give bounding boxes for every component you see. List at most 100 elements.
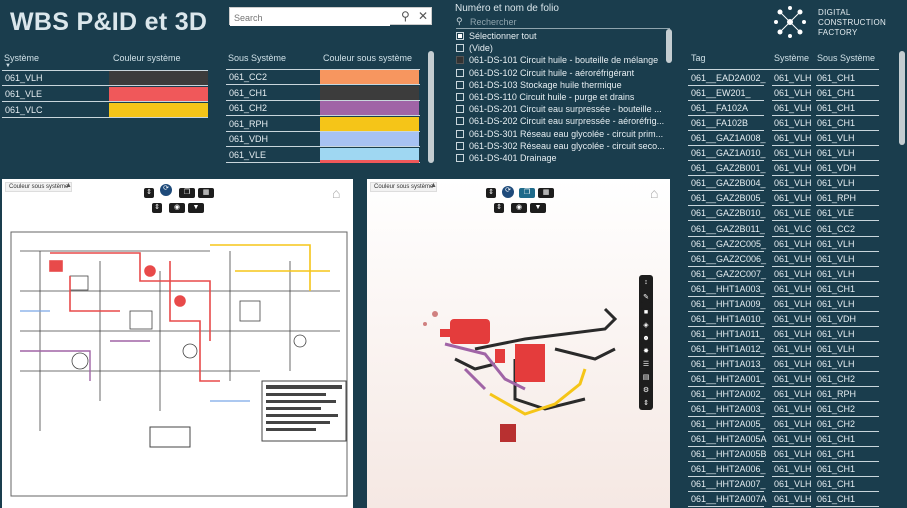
sous-systeme-row[interactable]: 061_VDH — [226, 132, 420, 147]
expand-icon[interactable]: ⇕ — [641, 399, 651, 409]
folio-option[interactable]: 061-DS-102 Circuit huile - aéroréfrigéra… — [456, 67, 670, 79]
updown-icon[interactable]: ⇕ — [486, 188, 496, 198]
settings-icon[interactable]: ⚙ — [641, 386, 651, 396]
col-header-tag-systeme[interactable]: Système — [774, 53, 809, 63]
folio-option[interactable]: 061-DS-202 Circuit eau surpressée - aéro… — [456, 115, 670, 127]
tag-row[interactable]: 061__HHT1A011_ 061_VLH 061_VLH — [688, 327, 879, 342]
tag-row[interactable]: 061__EW201_ 061_VLH 061_CH1 — [688, 86, 879, 102]
folio-option[interactable]: 061-DS-401 Drainage — [456, 152, 670, 164]
tag-row[interactable]: 061__HHT1A003_ 061_VLH 061_CH1 — [688, 282, 879, 297]
sous-systeme-row[interactable]: 061_RPH — [226, 116, 420, 132]
model-viewer-3d[interactable]: Couleur sous système ▲ ⌂ ⇕ ⟳ ❐ ▦ ⇕ ◉ ▼ ↕… — [367, 179, 670, 508]
folio-option[interactable]: 061-DS-103 Stockage huile thermique — [456, 79, 670, 91]
copy-icon[interactable]: ❐ — [179, 188, 195, 198]
grid-icon[interactable]: ▦ — [538, 188, 554, 198]
tag-row[interactable]: 061__HHT1A013_ 061_VLH 061_VLH — [688, 357, 879, 372]
folio-checkbox[interactable] — [456, 32, 464, 40]
folio-search-icon[interactable]: ⚲ — [456, 16, 463, 27]
tag-row[interactable]: 061__GAZ2B005_ 061_VLH 061_RPH — [688, 191, 879, 207]
grid-icon[interactable]: ▦ — [198, 188, 214, 198]
tag-row[interactable]: 061__HHT2A007_ 061_VLH 061_CH1 — [688, 477, 879, 493]
tag-row[interactable]: 061__HHT2A005B 061_VLH 061_CH1 — [688, 447, 879, 463]
box-icon[interactable]: ■ — [641, 308, 651, 318]
tag-row[interactable]: 061__HHT2A005A 061_VLH 061_CH1 — [688, 432, 879, 448]
tag-row[interactable]: 061__HHT1A010_ 061_VLH 061_VDH — [688, 312, 879, 327]
tag-row[interactable]: 061__HHT2A001_ 061_VLH 061_CH2 — [688, 372, 879, 387]
folio-checkbox[interactable] — [456, 93, 464, 101]
explode-icon[interactable]: ✸ — [641, 347, 651, 357]
tag-row[interactable]: 061__HHT2A006_ 061_VLH 061_CH1 — [688, 462, 879, 478]
col-header-couleur-systeme[interactable]: Couleur système — [113, 53, 181, 63]
tag-row[interactable]: 061__GAZ2B011_ 061_VLC 061_CC2 — [688, 222, 879, 237]
col-header-couleur-sous-systeme[interactable]: Couleur sous système — [323, 53, 412, 63]
tag-row[interactable]: 061__GAZ2B004_ 061_VLH 061_VLH — [688, 176, 879, 192]
tag-row[interactable]: 061__HHT1A012_ 061_VLH 061_VLH — [688, 342, 879, 357]
sort-down-icon[interactable]: ▼ — [5, 63, 11, 69]
tag-row[interactable]: 061__EAD2A002_ 061_VLH 061_CH1 — [688, 71, 879, 86]
col-header-sous-systeme[interactable]: Sous Système — [228, 53, 286, 63]
search-input[interactable] — [230, 10, 390, 26]
copy-icon[interactable]: ❐ — [519, 188, 535, 198]
folio-checkbox[interactable] — [456, 129, 464, 138]
pin-icon[interactable]: ▲ — [430, 182, 437, 189]
layers-icon[interactable]: ▤ — [641, 373, 651, 383]
systeme-row[interactable]: 061_VLE — [2, 87, 208, 102]
tag-row[interactable]: 061__GAZ1A010_ 061_VLH 061_VLH — [688, 146, 879, 162]
tag-row[interactable]: 061__FA102B 061_VLH 061_CH1 — [688, 116, 879, 132]
person-icon[interactable]: ☻ — [641, 334, 651, 344]
filter-icon[interactable]: ▼ — [188, 203, 204, 213]
updown-icon[interactable]: ⇕ — [152, 203, 162, 213]
tag-row[interactable]: 061__GAZ2C006_ 061_VLH 061_VLH — [688, 252, 879, 267]
tag-row[interactable]: 061__GAZ1A008_ 061_VLH 061_VLH — [688, 131, 879, 147]
folio-option[interactable]: 061-DS-101 Circuit huile - bouteille de … — [456, 54, 670, 66]
rotate-icon[interactable]: ⟳ — [160, 184, 172, 196]
folio-search-input[interactable]: Rechercher — [470, 17, 517, 27]
updown-icon[interactable]: ⇕ — [494, 203, 504, 213]
sous-systeme-row[interactable]: 061_CC2 — [226, 70, 420, 85]
folio-checkbox[interactable] — [456, 105, 464, 114]
tag-row[interactable]: 061__HHT2A002_ 061_VLH 061_RPH — [688, 387, 879, 403]
systeme-row[interactable]: 061_VLC — [2, 103, 208, 118]
target-icon[interactable]: ◉ — [511, 203, 527, 213]
folio-option[interactable]: 061-DS-301 Réseau eau glycolée - circuit… — [456, 128, 670, 140]
tag-row[interactable]: 061__HHT1A009_ 061_VLH 061_VLH — [688, 297, 879, 312]
search-box[interactable]: ⚲ ✕ — [229, 7, 432, 26]
search-icon[interactable]: ⚲ — [401, 9, 410, 23]
folio-option[interactable]: (Vide) — [456, 42, 670, 54]
home-icon[interactable]: ⌂ — [650, 185, 658, 201]
tree-icon[interactable]: ☰ — [641, 360, 651, 370]
home-icon[interactable]: ⌂ — [332, 185, 340, 201]
folio-checkbox[interactable] — [456, 117, 464, 126]
folio-option[interactable]: Sélectionner tout — [456, 30, 670, 42]
col-header-tag-sous-systeme[interactable]: Sous Système — [817, 53, 875, 63]
col-header-tag[interactable]: Tag — [691, 53, 706, 63]
col-header-systeme[interactable]: Système — [4, 53, 39, 63]
tag-row[interactable]: 061__GAZ2C007_ 061_VLH 061_VLH — [688, 267, 879, 282]
folio-checkbox[interactable] — [456, 154, 464, 162]
systeme-row[interactable]: 061_VLH — [2, 71, 208, 86]
folio-option[interactable]: 061-DS-201 Circuit eau surpressée - bout… — [456, 103, 670, 115]
sous-systeme-scrollbar[interactable] — [428, 51, 434, 163]
target-icon[interactable]: ◉ — [169, 203, 185, 213]
folio-checkbox[interactable] — [456, 56, 464, 65]
tag-row[interactable]: 061__GAZ2B001_ 061_VLH 061_VDH — [688, 161, 879, 177]
tag-row[interactable]: 061__HHT2A003_ 061_VLH 061_CH2 — [688, 402, 879, 418]
tag-row[interactable]: 061__GAZ2C005_ 061_VLH 061_VLH — [688, 237, 879, 252]
folio-checkbox[interactable] — [456, 44, 464, 53]
tag-row[interactable]: 061__GAZ2B010_ 061_VLE 061_VLE — [688, 206, 879, 222]
tag-row[interactable]: 061__HHT2A007A 061_VLH 061_CH1 — [688, 492, 879, 508]
filter-icon[interactable]: ▼ — [530, 203, 546, 213]
pencil-icon[interactable]: ✎ — [641, 293, 651, 303]
folio-checkbox[interactable] — [456, 68, 464, 77]
tag-row[interactable]: 061__FA102A 061_VLH 061_CH1 — [688, 101, 879, 117]
folio-checkbox[interactable] — [456, 141, 464, 150]
section-icon[interactable]: ◈ — [641, 321, 651, 331]
clear-icon[interactable]: ✕ — [418, 9, 428, 23]
pin-icon[interactable]: ▲ — [65, 182, 72, 189]
rotate-icon[interactable]: ⟳ — [502, 186, 514, 198]
move-icon[interactable]: ↕ — [641, 278, 651, 288]
pid-viewer-2d[interactable]: Couleur sous système ▲ ⌂ ⇕ ⟳ ❐ ▦ ⇕ ◉ ▼ — [2, 179, 353, 508]
tag-row[interactable]: 061__HHT2A005_ 061_VLH 061_CH2 — [688, 417, 879, 433]
folio-option[interactable]: 061-DS-302 Réseau eau glycolée - circuit… — [456, 140, 670, 152]
sous-systeme-row[interactable]: 061_CH2 — [226, 101, 420, 116]
